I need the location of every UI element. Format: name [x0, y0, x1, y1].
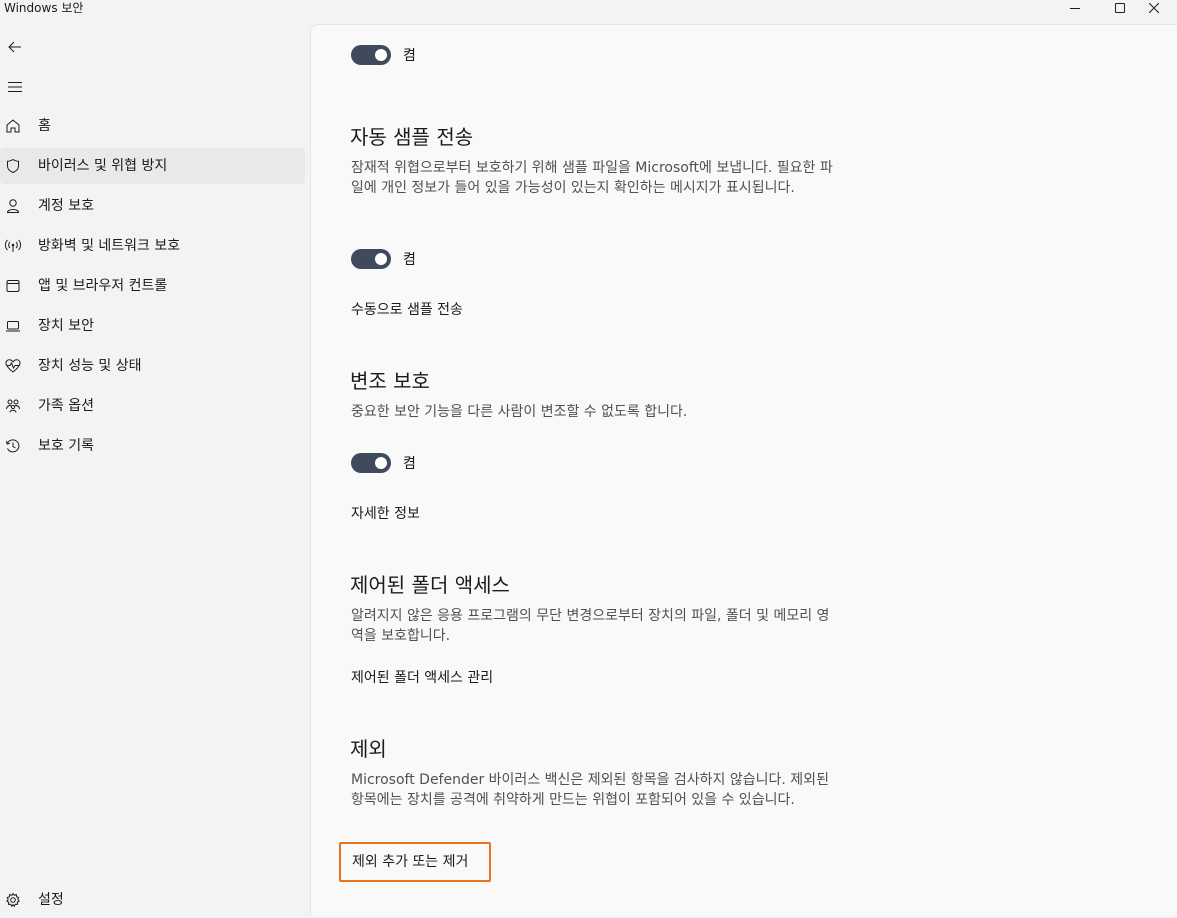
section-description: 알려지지 않은 응용 프로그램의 무단 변경으로부터 장치의 파일, 폴더 및 … [351, 608, 830, 644]
nav-item-app-browser-control[interactable]: 앱 및 브라우저 컨트롤 [0, 268, 305, 304]
home-icon [4, 117, 22, 135]
nav-item-family-options[interactable]: 가족 옵션 [0, 388, 305, 424]
laptop-icon [4, 317, 22, 335]
nav-item-firewall-network[interactable]: 방화벽 및 네트워크 보호 [0, 228, 305, 264]
nav-item-home[interactable]: 홈 [0, 108, 305, 144]
nav-item-device-performance-health[interactable]: 장치 성능 및 상태 [0, 348, 305, 384]
toggle-switch[interactable] [351, 45, 391, 65]
back-arrow-icon [8, 41, 21, 53]
nav-item-label: 보호 기록 [38, 438, 94, 454]
submit-sample-manually-link[interactable]: 수동으로 샘플 전송 [351, 301, 463, 319]
nav-item-settings[interactable]: 설정 [0, 882, 305, 918]
tamper-protection-toggle[interactable] [351, 453, 391, 473]
section-description: Microsoft Defender 바이러스 백신은 제외된 항목을 검사하지… [351, 772, 829, 808]
toggle-state-label: 켬 [403, 252, 416, 268]
nav-item-label: 방화벽 및 네트워크 보호 [38, 238, 181, 254]
nav-item-label: 앱 및 브라우저 컨트롤 [38, 278, 168, 294]
nav-item-label: 설정 [38, 892, 64, 908]
nav-list: 홈 바이러스 및 위협 방지 계정 보호 방화벽 및 네트워크 보호 앱 및 브… [0, 108, 308, 468]
gear-icon [4, 891, 22, 909]
minimize-icon [1070, 8, 1080, 9]
main-content: 켬 자동 샘플 전송 잠재적 위협으로부터 보호하기 위해 샘플 파일을 Mic… [310, 24, 1177, 916]
window-title: Windows 보안 [4, 1, 84, 15]
manage-controlled-folder-access-link[interactable]: 제어된 폴더 액세스 관리 [351, 669, 493, 687]
history-icon [4, 437, 22, 455]
back-button[interactable] [0, 32, 30, 62]
heart-pulse-icon [4, 357, 22, 375]
navigation-pane: 홈 바이러스 및 위협 방지 계정 보호 방화벽 및 네트워크 보호 앱 및 브… [0, 24, 308, 916]
section-description: 잠재적 위협으로부터 보호하기 위해 샘플 파일을 Microsoft에 보냅니… [351, 160, 833, 196]
nav-item-device-security[interactable]: 장치 보안 [0, 308, 305, 344]
section-description: 중요한 보안 기능을 다른 사람이 변조할 수 없도록 합니다. [351, 404, 688, 420]
shield-icon [4, 157, 22, 175]
nav-item-protection-history[interactable]: 보호 기록 [0, 428, 305, 464]
automatic-sample-submission-toggle[interactable] [351, 249, 391, 269]
section-heading-exclusions: 제외 [350, 737, 387, 761]
wireless-antenna-icon [4, 237, 22, 255]
nav-item-virus-threat-protection[interactable]: 바이러스 및 위협 방지 [0, 148, 305, 184]
nav-item-label: 계정 보호 [38, 198, 94, 214]
hamburger-menu-icon [8, 82, 22, 92]
browser-window-icon [4, 277, 22, 295]
toggle-state-label: 켬 [403, 456, 416, 472]
nav-item-label: 바이러스 및 위협 방지 [38, 158, 168, 174]
close-icon [1149, 3, 1159, 13]
maximize-icon [1115, 3, 1125, 13]
learn-more-link[interactable]: 자세한 정보 [351, 505, 420, 523]
menu-button[interactable] [0, 72, 30, 102]
add-or-remove-exclusions-link[interactable]: 제외 추가 또는 제거 [352, 853, 468, 871]
nav-item-label: 가족 옵션 [38, 398, 94, 414]
person-icon [4, 197, 22, 215]
nav-item-label: 홈 [38, 118, 51, 134]
close-button[interactable] [1131, 0, 1177, 16]
section-heading-tamper-protection: 변조 보호 [350, 369, 430, 393]
nav-item-label: 장치 보안 [38, 318, 94, 334]
toggle-state-label: 켬 [403, 48, 416, 64]
family-icon [4, 397, 22, 415]
minimize-button[interactable] [1052, 0, 1098, 16]
nav-item-label: 장치 성능 및 상태 [38, 358, 142, 374]
section-heading-sample-submission: 자동 샘플 전송 [350, 125, 474, 149]
nav-item-account-protection[interactable]: 계정 보호 [0, 188, 305, 224]
title-bar: Windows 보안 [0, 0, 1177, 24]
section-heading-controlled-folder-access: 제어된 폴더 액세스 [350, 573, 510, 597]
